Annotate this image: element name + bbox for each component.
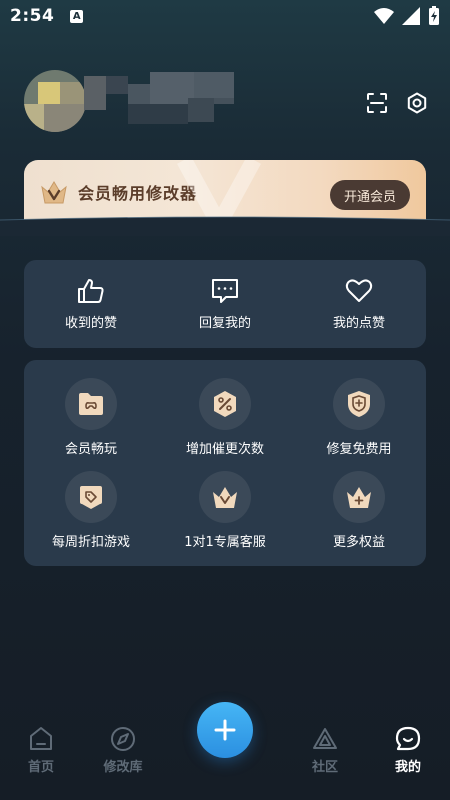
replies-item[interactable]: 回复我的 (158, 260, 292, 348)
benefit-label: 1对1专属客服 (184, 535, 266, 550)
social-card: 收到的赞 回复我的 我的点赞 (24, 260, 426, 348)
game-folder-icon (79, 393, 103, 415)
heart-icon (345, 278, 373, 302)
benefit-free-repair[interactable]: 修复免费用 (292, 378, 426, 457)
status-bar: 2:54 A (0, 0, 450, 32)
benefit-label: 每周折扣游戏 (51, 535, 130, 550)
wifi-icon (374, 8, 394, 24)
vip-banner-wrap: 会员畅用修改器 开通会员 (0, 160, 450, 236)
benefit-label: 增加催更次数 (185, 442, 264, 457)
benefit-icon-circle (65, 471, 117, 523)
benefits-card: 会员畅玩 增加催更次数 修复免费用 每周折扣游戏 1对1专属客服 更多权益 (24, 360, 426, 566)
status-icons (374, 6, 440, 26)
nav-mod-library-label: 修改库 (103, 760, 143, 775)
vip-banner[interactable]: 会员畅用修改器 开通会员 (24, 160, 426, 224)
crown-plus-icon (347, 487, 371, 508)
benefit-icon-circle (65, 378, 117, 430)
my-likes-item[interactable]: 我的点赞 (292, 260, 426, 348)
nav-community-label: 社区 (311, 760, 338, 775)
user-profile[interactable] (24, 70, 244, 132)
benefit-vip-play[interactable]: 会员畅玩 (24, 378, 158, 457)
open-vip-button[interactable]: 开通会员 (329, 180, 410, 210)
home-icon (30, 727, 52, 750)
vip-crown-icon (41, 181, 67, 204)
nav-profile-label: 我的 (394, 760, 421, 775)
received-likes-label: 收到的赞 (64, 315, 117, 331)
benefit-label: 修复免费用 (326, 442, 392, 457)
benefit-exclusive-service[interactable]: 1对1专属客服 (158, 471, 292, 550)
received-likes-item[interactable]: 收到的赞 (24, 260, 158, 348)
benefit-icon-circle (333, 471, 385, 523)
benefit-more-updates[interactable]: 增加催更次数 (158, 378, 292, 457)
replies-label: 回复我的 (198, 315, 251, 331)
settings-button[interactable] (404, 90, 430, 116)
top-actions (364, 90, 430, 116)
discount-tag-icon (80, 486, 102, 509)
benefit-label: 更多权益 (332, 535, 385, 550)
benefit-label: 会员畅玩 (64, 442, 117, 457)
benefit-icon-circle (199, 471, 251, 523)
profile-chat-icon (395, 726, 421, 751)
vip-watermark (176, 160, 262, 224)
benefit-weekly-discount[interactable]: 每周折扣游戏 (24, 471, 158, 550)
benefit-more[interactable]: 更多权益 (292, 471, 426, 550)
signal-icon (402, 7, 420, 25)
shield-icon (348, 391, 370, 417)
vip-banner-arc (0, 216, 450, 236)
my-likes-label: 我的点赞 (332, 315, 385, 331)
scan-icon (367, 93, 387, 113)
benefits-grid: 会员畅玩 增加催更次数 修复免费用 每周折扣游戏 1对1专属客服 更多权益 (24, 378, 426, 550)
nav-mod-library[interactable]: 修改库 (88, 726, 158, 775)
notification-icon: A (70, 9, 84, 23)
scan-button[interactable] (364, 90, 390, 116)
status-time: 2:54 (10, 6, 55, 26)
nav-community[interactable]: 社区 (290, 726, 360, 775)
plus-icon (214, 719, 236, 741)
avatar[interactable] (24, 70, 86, 132)
compass-icon (111, 727, 135, 751)
nav-home-label: 首页 (27, 760, 54, 775)
thumbs-up-icon (78, 278, 104, 303)
bottom-nav: 首页 修改库 社区 我的 (0, 702, 450, 800)
nav-profile[interactable]: 我的 (373, 726, 443, 775)
gear-icon (407, 92, 427, 114)
create-post-button[interactable] (197, 702, 253, 758)
ticket-icon (214, 391, 236, 417)
nav-home[interactable]: 首页 (6, 726, 76, 775)
community-icon (313, 728, 337, 749)
chat-bubble-icon (212, 278, 238, 303)
benefit-icon-circle (333, 378, 385, 430)
battery-icon (429, 6, 439, 25)
crown-v-icon (213, 487, 237, 508)
benefit-icon-circle (199, 378, 251, 430)
